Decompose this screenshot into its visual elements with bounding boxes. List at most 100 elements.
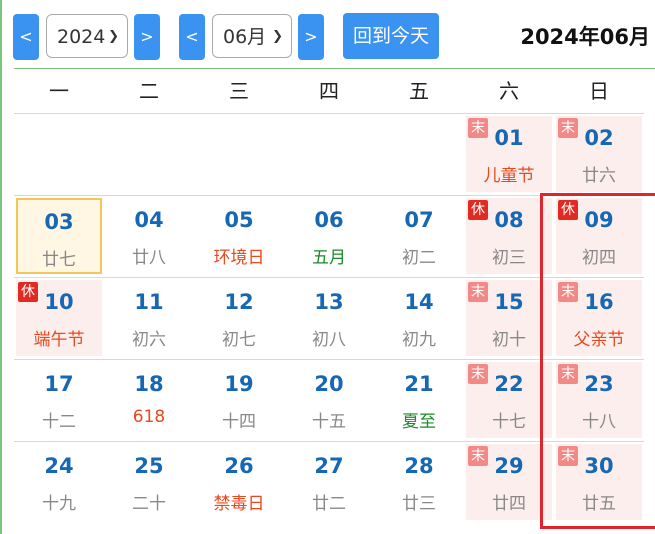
weekday-label: 四 [319,79,339,103]
back-to-today-button[interactable]: 回到今天 [343,13,439,59]
lunar-date: 十二 [42,412,76,432]
lunar-date: 初二 [402,248,436,268]
day-cell[interactable]: 27 廿二 [286,444,372,520]
day-number: 01 [494,126,524,150]
day-cell[interactable]: 末 22 十七 [466,362,552,438]
day-cell[interactable]: 04 廿八 [106,198,192,274]
lunar-date: 初七 [222,330,256,350]
prev-year-button[interactable]: < [13,14,39,60]
day-cell[interactable]: 末 15 初十 [466,280,552,356]
lunar-date: 廿五 [582,494,616,514]
prev-month-button[interactable]: < [179,14,205,60]
day-cell[interactable]: 28 廿三 [376,444,462,520]
day-number: 17 [44,372,74,396]
day-cell[interactable]: 11 初六 [106,280,192,356]
day-cell[interactable]: 末 16 父亲节 [556,280,642,356]
day-number: 30 [584,454,614,478]
lunar-date: 廿二 [312,494,346,514]
day-number: 02 [584,126,614,150]
row-divider [14,441,644,442]
lunar-date: 十五 [312,412,346,432]
day-cell[interactable]: 07 初二 [376,198,462,274]
day-number: 23 [584,372,614,396]
holiday-label: 儿童节 [483,166,535,186]
day-cell[interactable]: 休 10 端午节 [16,280,102,356]
holiday-label: 端午节 [33,330,85,350]
day-number: 03 [44,210,74,234]
day-cell[interactable]: 18 618 [106,362,192,438]
day-cell[interactable]: 25 二十 [106,444,192,520]
day-number: 28 [404,454,434,478]
holiday-label: 618 [132,407,166,427]
lunar-date: 廿六 [582,166,616,186]
day-number: 22 [494,372,524,396]
day-number: 16 [584,290,614,314]
day-number: 20 [314,372,344,396]
lunar-date: 初八 [312,330,346,350]
row-divider [14,359,644,360]
lunar-date: 廿七 [42,250,76,270]
day-number: 07 [404,208,434,232]
day-cell[interactable]: 末 02 廿六 [556,116,642,192]
weekday-header: 一二三四五六日 [14,69,644,113]
day-number: 11 [134,290,164,314]
day-cell[interactable]: 05 环境日 [196,198,282,274]
day-number: 21 [404,372,434,396]
calendar-toolbar: < 2024 ❯ > < 06月 ❯ > 回到今天 2024年06月 [0,0,655,68]
day-number: 05 [224,208,254,232]
day-number: 12 [224,290,254,314]
day-cell-today[interactable]: 03 廿七 [16,198,102,274]
next-year-button[interactable]: > [134,14,160,60]
day-cell[interactable]: 14 初九 [376,280,462,356]
day-cell[interactable]: 12 初七 [196,280,282,356]
holiday-label: 环境日 [213,248,265,268]
row-divider [14,113,644,114]
calendar-grid: 末 01 儿童节末 02 廿六 03 廿七 04 廿八 05 环境日 06 五月 07 初二休 08 初三休 09… [14,113,644,534]
year-select-value: 2024 [57,26,106,48]
lunar-date: 十四 [222,412,256,432]
day-number: 04 [134,208,164,232]
left-border [0,0,2,534]
lunar-date: 十九 [42,494,76,514]
row-divider [14,277,644,278]
day-cell[interactable]: 13 初八 [286,280,372,356]
year-select[interactable]: 2024 ❯ [46,14,128,58]
day-cell[interactable]: 末 01 儿童节 [466,116,552,192]
day-number: 26 [224,454,254,478]
day-number: 14 [404,290,434,314]
solar-term-label: 五月 [312,248,346,268]
day-number: 10 [44,290,74,314]
day-cell[interactable]: 17 十二 [16,362,102,438]
day-cell[interactable]: 06 五月 [286,198,372,274]
weekday-label: 六 [499,79,519,103]
day-cell[interactable]: 休 09 初四 [556,198,642,274]
day-cell[interactable]: 20 十五 [286,362,372,438]
day-cell[interactable]: 末 23 十八 [556,362,642,438]
next-month-button[interactable]: > [298,14,324,60]
day-cell[interactable]: 末 29 廿四 [466,444,552,520]
weekday-label: 一 [49,79,69,103]
row-divider [14,195,644,196]
day-number: 08 [494,208,524,232]
day-number: 19 [224,372,254,396]
day-cell[interactable]: 19 十四 [196,362,282,438]
day-cell[interactable]: 24 十九 [16,444,102,520]
chevron-down-icon: ❯ [108,29,119,44]
lunar-date: 初九 [402,330,436,350]
lunar-date: 初三 [492,248,526,268]
day-number: 06 [314,208,344,232]
lunar-date: 初四 [582,248,616,268]
lunar-date: 十七 [492,412,526,432]
day-cell[interactable]: 21 夏至 [376,362,462,438]
day-cell[interactable]: 26 禁毒日 [196,444,282,520]
month-select[interactable]: 06月 ❯ [212,14,292,58]
weekday-label: 日 [589,79,609,103]
day-cell[interactable]: 休 08 初三 [466,198,552,274]
day-number: 29 [494,454,524,478]
holiday-label: 父亲节 [573,330,625,350]
day-cell[interactable]: 末 30 廿五 [556,444,642,520]
lunar-date: 初六 [132,330,166,350]
day-number: 25 [134,454,164,478]
holiday-label: 禁毒日 [213,494,265,514]
lunar-date: 二十 [132,494,166,514]
